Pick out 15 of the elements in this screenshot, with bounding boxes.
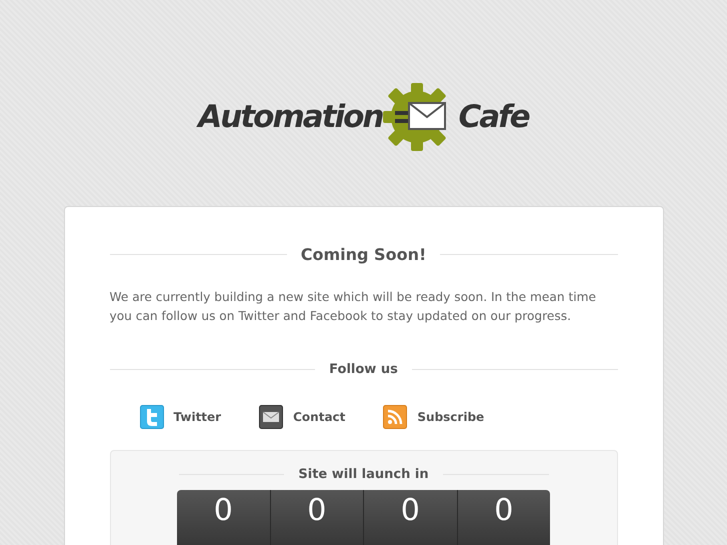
envelope-icon[interactable] <box>259 405 284 429</box>
countdown-digit: 0 <box>270 490 364 545</box>
social-link[interactable]: Subscribe <box>417 410 484 424</box>
rss-icon[interactable] <box>383 405 408 429</box>
intro-paragraph: We are currently building a new site which will be ready soon. In the mean time you can follow us on Twitter and Facebook to stay updated on our progress. <box>110 289 598 325</box>
section-title: Follow us <box>329 362 398 377</box>
logo-text: Cafe <box>458 99 529 135</box>
page-heading: Coming Soon! <box>300 245 426 264</box>
countdown-digit: 0 <box>177 490 270 545</box>
section-title: Site will launch in <box>298 467 429 482</box>
countdown-digit: 0 <box>458 490 550 545</box>
countdown-digit: 0 <box>364 490 458 545</box>
logo-text: Automation <box>198 99 383 135</box>
social-link[interactable]: Contact <box>293 410 346 424</box>
social-link[interactable]: Twitter <box>174 410 222 424</box>
